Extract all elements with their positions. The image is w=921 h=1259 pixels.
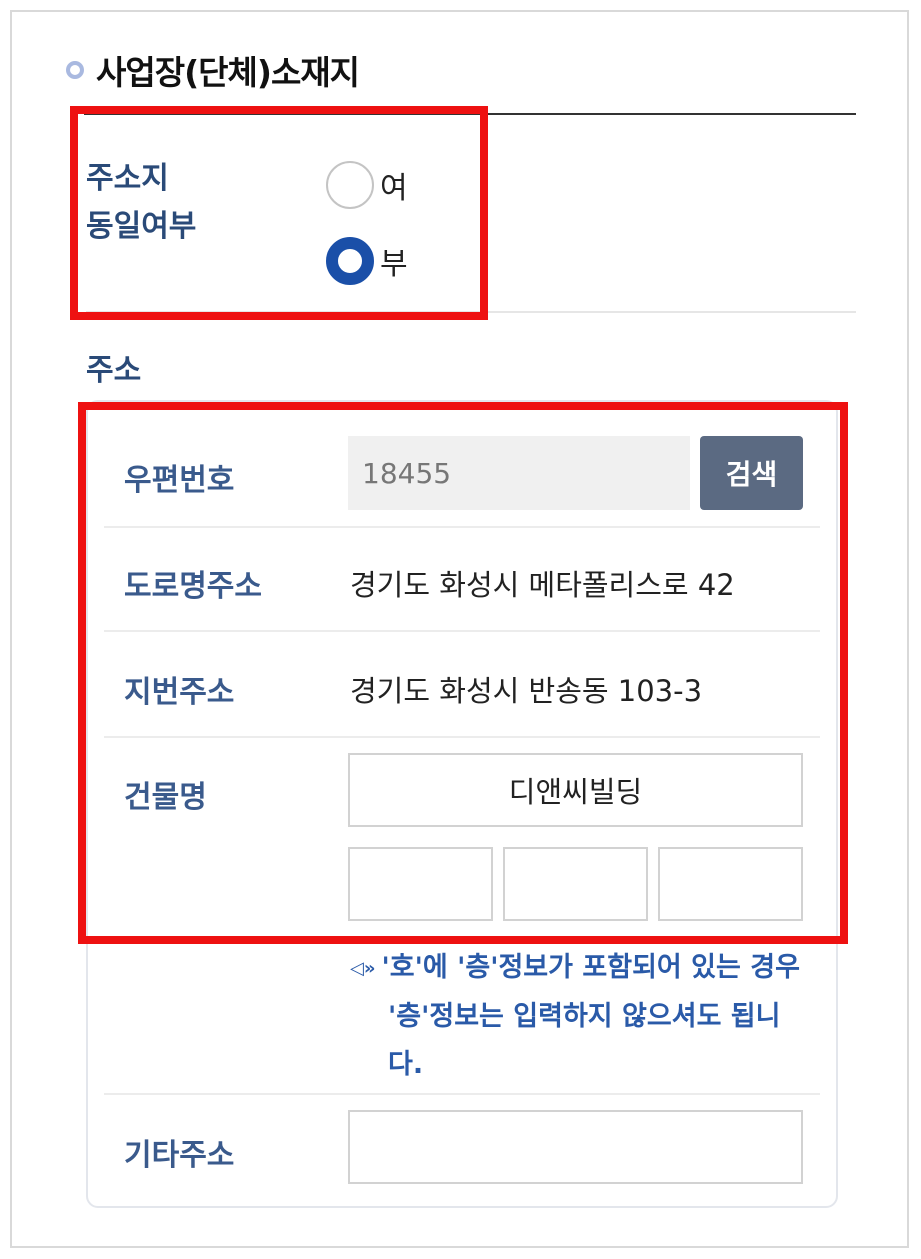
notice-line-3: 다. [388,1048,424,1080]
etc-address-input[interactable] [348,1110,803,1184]
notice-line-1: '호'에 '층'정보가 포함되어 있는 경우 [381,952,800,983]
speaker-icon: ◁» [350,957,376,979]
highlight-box-same-address [70,106,488,320]
floor-notice: ◁» '호'에 '층'정보가 포함되어 있는 경우 '층'정보는 입력하지 않으셔… [350,944,810,1089]
etc-address-label: 기타주소 [124,1138,235,1173]
row-divider [104,1093,820,1095]
highlight-box-address [78,402,848,944]
section-title: 사업장(단체)소재지 [96,53,360,92]
section-header: 사업장(단체)소재지 [66,46,360,94]
notice-line-2: '층'정보는 입력하지 않으셔도 됩니 [388,1000,781,1032]
ring-dot-icon [66,61,84,79]
address-label: 주소 [86,353,142,388]
